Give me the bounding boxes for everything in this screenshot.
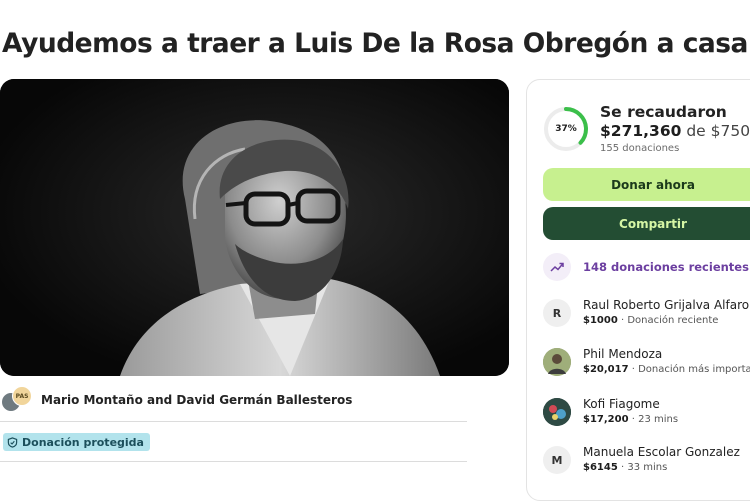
recent-donations-link[interactable]: 148 donaciones recientes	[543, 253, 749, 281]
donate-button[interactable]: Donar ahora	[543, 168, 750, 201]
avatar: PAS	[12, 386, 32, 406]
organizer-avatars: PAS	[1, 386, 33, 414]
donor-avatar	[543, 348, 571, 376]
donor-amount: $6145	[583, 462, 618, 473]
shield-icon	[7, 436, 18, 448]
donor-note: · 33 mins	[617, 462, 668, 473]
progress-percent: 37%	[555, 124, 577, 134]
divider	[0, 421, 467, 422]
raised-amount: $271,360	[600, 122, 682, 140]
donor-avatar: M	[543, 446, 571, 474]
raised-amount-line: $271,360 de $750 mil	[600, 122, 750, 140]
donor-item: Kofi Fiagome $17,200 · 23 mins	[543, 397, 679, 426]
recent-donations-label: 148 donaciones recientes	[583, 260, 749, 274]
raised-label: Se recaudaron	[600, 103, 727, 121]
donor-amount: $20,017	[583, 364, 629, 375]
donation-count: 155 donaciones	[600, 143, 680, 154]
organizers: PAS Mario Montaño and David Germán Balle…	[1, 386, 352, 414]
trending-up-icon	[543, 253, 571, 281]
campaign-photo	[0, 79, 509, 376]
donor-avatar	[543, 398, 571, 426]
goal-amount: de $750 mil	[686, 122, 750, 140]
donor-note: · Donación reciente	[617, 315, 719, 326]
donor-item: R Raul Roberto Grijalva Alfaro $1000 · D…	[543, 298, 750, 327]
campaign-photo-carousel[interactable]	[0, 79, 509, 376]
donor-name: Raul Roberto Grijalva Alfaro	[583, 298, 750, 312]
donor-note: · 23 mins	[628, 414, 679, 425]
donor-amount: $1000	[583, 315, 618, 326]
divider	[0, 461, 467, 462]
share-button[interactable]: Compartir	[543, 207, 750, 240]
donor-item: M Manuela Escolar Gonzalez $6145 · 33 mi…	[543, 445, 740, 474]
organizer-names[interactable]: Mario Montaño and David Germán Ballester…	[41, 393, 352, 407]
donor-item: Phil Mendoza $20,017 · Donación más impo…	[543, 347, 750, 376]
donor-avatar: R	[543, 299, 571, 327]
donor-amount: $17,200	[583, 414, 629, 425]
badge-label: Donación protegida	[22, 435, 144, 449]
donor-name: Phil Mendoza	[583, 347, 663, 361]
page-title: Ayudemos a traer a Luis De la Rosa Obreg…	[2, 28, 748, 59]
donor-name: Manuela Escolar Gonzalez	[583, 445, 740, 459]
donor-note: · Donación más importante	[631, 364, 750, 375]
donation-protected-badge[interactable]: Donación protegida	[3, 433, 150, 451]
donor-name: Kofi Fiagome	[583, 397, 660, 411]
